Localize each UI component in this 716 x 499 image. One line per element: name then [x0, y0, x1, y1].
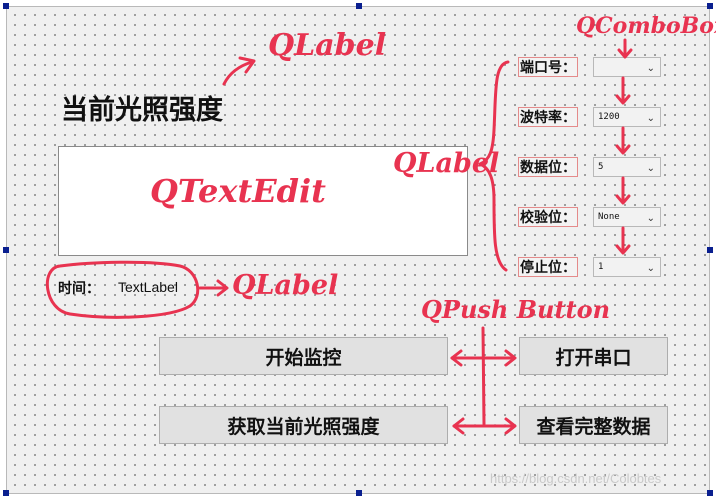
- parity-label: 校验位：: [518, 207, 578, 227]
- annotation-qcombobox: QComboBox: [576, 13, 716, 39]
- stop-bits-value: 1: [598, 262, 604, 272]
- port-label: 端口号：: [518, 57, 578, 77]
- stop-bits-combobox[interactable]: 1 ⌄: [593, 257, 661, 277]
- stop-bits-label: 停止位：: [518, 257, 578, 277]
- chevron-down-icon: ⌄: [646, 113, 655, 124]
- chevron-down-icon: ⌄: [646, 63, 655, 74]
- chevron-down-icon: ⌄: [646, 213, 655, 224]
- resize-handle-top-right[interactable]: [707, 3, 713, 9]
- time-value-label: TextLabel: [118, 279, 178, 295]
- annotation-qlabel-title: QLabel: [268, 28, 387, 63]
- resize-handle-middle-right[interactable]: [707, 247, 713, 253]
- baud-rate-value: 1200: [598, 112, 620, 122]
- watermark-text: https://blog.csdn.net/Colobtes: [490, 471, 662, 486]
- resize-handle-bottom-left[interactable]: [3, 490, 9, 496]
- annotation-qlabel-time: QLabel: [232, 270, 339, 301]
- get-light-intensity-button[interactable]: 获取当前光照强度: [159, 406, 448, 444]
- resize-handle-middle-left[interactable]: [3, 247, 9, 253]
- data-bits-combobox[interactable]: 5 ⌄: [593, 157, 661, 177]
- data-bits-label: 数据位：: [518, 157, 578, 177]
- parity-combobox[interactable]: None ⌄: [593, 207, 661, 227]
- resize-handle-bottom-right[interactable]: [707, 490, 713, 496]
- data-bits-value: 5: [598, 162, 604, 172]
- view-full-data-button[interactable]: 查看完整数据: [519, 406, 668, 444]
- port-combobox[interactable]: ⌄: [593, 57, 661, 77]
- resize-handle-top-left[interactable]: [3, 3, 9, 9]
- parity-value: None: [598, 212, 620, 222]
- annotation-qlabel-serial: QLabel: [393, 148, 500, 179]
- start-monitor-button[interactable]: 开始监控: [159, 337, 448, 375]
- open-port-button[interactable]: 打开串口: [519, 337, 668, 375]
- chevron-down-icon: ⌄: [646, 163, 655, 174]
- baud-rate-combobox[interactable]: 1200 ⌄: [593, 107, 661, 127]
- light-intensity-title: 当前光照强度: [61, 95, 223, 126]
- resize-handle-top-middle[interactable]: [356, 3, 362, 9]
- time-label: 时间：: [58, 281, 100, 297]
- annotation-qpushbutton: QPush Button: [421, 295, 611, 324]
- chevron-down-icon: ⌄: [646, 263, 655, 274]
- baud-rate-label: 波特率：: [518, 107, 578, 127]
- annotation-qtextedit: QTextEdit: [150, 172, 326, 210]
- resize-handle-bottom-middle[interactable]: [356, 490, 362, 496]
